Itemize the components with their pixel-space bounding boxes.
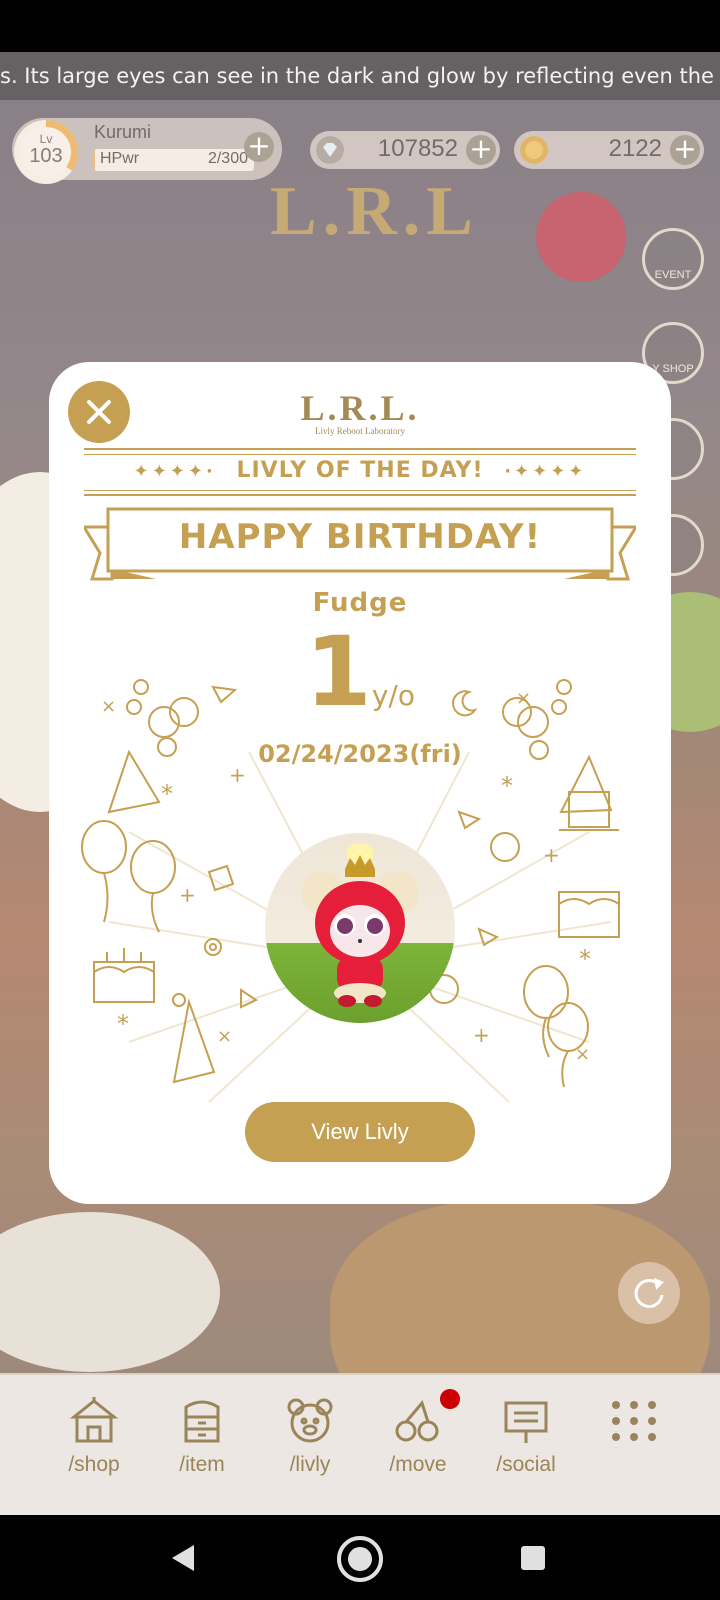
divider-bottom — [84, 494, 636, 496]
view-livly-button[interactable]: View Livly — [245, 1102, 475, 1162]
birthday-dialog: L.R.L. Livly Reboot Laboratory ✦✦✦✦· LIV… — [49, 362, 671, 1204]
nav-item-label: /item — [179, 1453, 225, 1476]
nav-move-label: /move — [389, 1453, 447, 1476]
livly-name: Fudge — [312, 588, 408, 618]
refresh-icon — [634, 1278, 664, 1308]
livly-character-icon — [301, 843, 419, 1007]
svg-text:*: * — [161, 780, 173, 808]
bottom-navigation: /shop /item /livly /move /social — [0, 1373, 720, 1515]
logo-title: L.R.L. — [300, 388, 420, 428]
age-display: 1y/o — [49, 624, 671, 720]
nav-livly[interactable]: /livly — [260, 1395, 360, 1477]
nav-social-label: /social — [496, 1453, 556, 1476]
nav-shop-label: /shop — [68, 1453, 120, 1476]
svg-text:+: + — [179, 883, 196, 907]
refresh-button[interactable] — [618, 1262, 680, 1324]
age-unit: y/o — [371, 679, 415, 712]
svg-text:*: * — [579, 945, 591, 973]
nav-livly-label: /livly — [289, 1453, 331, 1476]
sign-board-icon — [504, 1401, 548, 1443]
birthday-date: 02/24/2023(fri) — [258, 740, 462, 768]
grid-menu-icon — [612, 1401, 656, 1441]
logo-subtitle: Livly Reboot Laboratory — [315, 426, 405, 436]
age-number: 1 — [305, 616, 372, 728]
nav-shop[interactable]: /shop — [44, 1395, 144, 1477]
nav-social[interactable]: /social — [476, 1395, 576, 1477]
svg-text:×: × — [217, 1026, 232, 1047]
svg-text:*: * — [117, 1010, 129, 1038]
drawer-icon — [184, 1400, 220, 1443]
svg-text:+: + — [543, 843, 560, 867]
happy-birthday-headline: HAPPY BIRTHDAY! — [178, 517, 542, 557]
back-icon[interactable] — [170, 1543, 198, 1573]
home-icon[interactable] — [336, 1535, 384, 1583]
sparkles-right: ·✦✦✦✦ — [504, 461, 587, 482]
tent-icon — [69, 1397, 119, 1443]
divider-top-thin — [84, 454, 636, 455]
bear-face-icon — [287, 1398, 333, 1443]
lrl-logo: L.R.L. Livly Reboot Laboratory — [49, 390, 671, 436]
divider-top — [84, 448, 636, 450]
move-notification-badge — [440, 1389, 460, 1409]
recents-icon[interactable] — [520, 1545, 546, 1571]
nav-item[interactable]: /item — [152, 1395, 252, 1477]
day-title-text: LIVLY OF THE DAY! — [236, 458, 484, 483]
svg-text:+: + — [473, 1023, 490, 1047]
system-navigation-bar — [0, 1515, 720, 1600]
livly-of-the-day-title: ✦✦✦✦· LIVLY OF THE DAY! ·✦✦✦✦ — [49, 458, 671, 483]
livly-avatar — [265, 833, 455, 1023]
divider-bottom-thin — [84, 490, 636, 491]
nav-more-menu[interactable] — [584, 1395, 684, 1447]
sparkles-left: ✦✦✦✦· — [133, 461, 216, 482]
svg-text:*: * — [501, 772, 513, 800]
svg-text:×: × — [575, 1044, 590, 1065]
move-icon — [395, 1399, 439, 1442]
